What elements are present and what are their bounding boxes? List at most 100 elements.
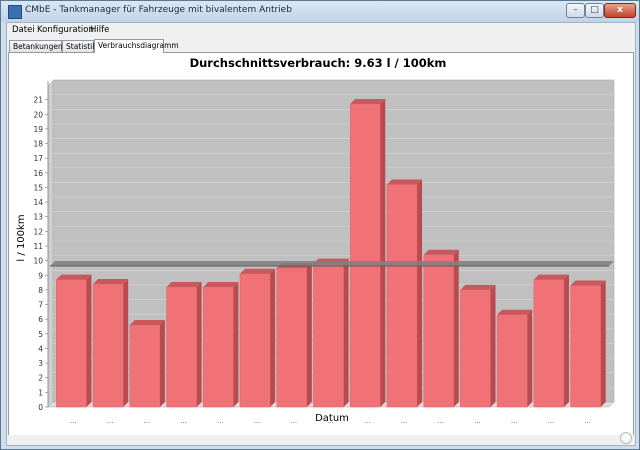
close-button[interactable]: x — [604, 3, 636, 18]
x-tick-label: ... — [511, 417, 518, 425]
bar-side — [527, 309, 533, 407]
status-bar — [7, 432, 635, 445]
minimize-button[interactable]: – — [566, 3, 585, 18]
bar-top — [350, 99, 386, 105]
y-tick-label: 10 — [33, 257, 43, 266]
x-tick-label: ... — [474, 417, 481, 425]
bar-side — [563, 274, 569, 407]
y-tick-label: 21 — [33, 96, 43, 105]
x-tick-label: ... — [364, 417, 371, 425]
resize-grip-icon[interactable] — [620, 432, 632, 444]
bar-top — [239, 268, 276, 274]
bar[interactable] — [166, 286, 197, 408]
y-tick-label: 1 — [38, 388, 43, 397]
x-tick-label: ... — [290, 417, 297, 425]
bar[interactable] — [276, 267, 308, 408]
menu-datei[interactable]: Datei — [12, 25, 35, 35]
bar[interactable] — [460, 289, 491, 408]
y-tick-label: 8 — [38, 286, 43, 295]
y-tick-label: 13 — [33, 213, 43, 222]
x-tick-label: ... — [70, 417, 77, 425]
y-tick-label: 2 — [38, 374, 43, 383]
y-tick-label: 11 — [33, 242, 43, 251]
bar[interactable] — [349, 103, 381, 408]
bar-top — [570, 280, 606, 286]
x-tick-label: ... — [217, 417, 224, 425]
bar-side — [600, 280, 606, 407]
tab-betankungen[interactable]: Betankungen — [9, 40, 63, 52]
bar[interactable] — [570, 285, 601, 408]
bar-top — [166, 281, 202, 287]
bar-side — [306, 262, 312, 407]
bar[interactable] — [203, 286, 234, 408]
bar[interactable] — [92, 283, 124, 408]
client-area: Datei Konfiguration Hilfe Betankungen St… — [6, 22, 636, 446]
x-tick-label: ... — [143, 417, 150, 425]
maximize-button[interactable]: □ — [585, 3, 604, 18]
y-tick-label: 15 — [33, 183, 43, 192]
x-tick-label: ... — [107, 417, 114, 425]
application-window: CMbE - Tankmanager für Fahrzeuge mit biv… — [0, 0, 640, 450]
close-icon: x — [617, 5, 623, 15]
bar-top — [56, 274, 92, 280]
y-tick-label: 12 — [33, 227, 43, 236]
y-tick-label: 19 — [33, 125, 43, 134]
bar-side — [343, 258, 349, 407]
bar-top — [93, 279, 129, 285]
bar[interactable] — [56, 279, 87, 408]
bar-side — [123, 279, 129, 407]
bar-side — [233, 281, 239, 407]
bar-top — [533, 274, 569, 280]
bar[interactable] — [239, 273, 271, 408]
y-tick-label: 3 — [38, 359, 43, 368]
y-tick-label: 17 — [33, 154, 43, 163]
consumption-chart: Durchschnittsverbrauch: 9.63 l / 100km l… — [16, 56, 615, 425]
bar[interactable] — [386, 184, 418, 408]
minimize-icon: – — [573, 5, 578, 15]
app-icon — [8, 5, 22, 19]
menu-hilfe[interactable]: Hilfe — [90, 25, 109, 35]
x-tick-label: ... — [180, 417, 187, 425]
y-tick-label: 9 — [38, 271, 43, 280]
y-tick-label: 14 — [33, 198, 43, 207]
tab-verbrauchsdiagramm[interactable]: Verbrauchsdiagramm — [94, 39, 179, 53]
tab-strip: Betankungen Statistik Verbrauchsdiagramm — [7, 39, 635, 53]
y-tick-label: 6 — [38, 315, 43, 324]
average-line — [50, 261, 614, 267]
window-title: CMbE - Tankmanager für Fahrzeuge mit biv… — [25, 5, 292, 15]
menu-bar: Datei Konfiguration Hilfe — [7, 23, 635, 37]
tab-panel-verbrauchsdiagramm: Durchschnittsverbrauch: 9.63 l / 100km l… — [8, 52, 634, 436]
bar-top — [460, 284, 496, 290]
bar-side — [270, 268, 276, 407]
bar-side — [490, 284, 496, 407]
x-tick-label: ... — [584, 417, 591, 425]
bar[interactable] — [129, 324, 161, 408]
title-bar[interactable]: CMbE - Tankmanager für Fahrzeuge mit biv… — [1, 1, 639, 22]
tab-statistik[interactable]: Statistik — [62, 40, 97, 52]
x-tick-label: ... — [254, 417, 261, 425]
bar-side — [196, 281, 202, 407]
bar-side — [453, 249, 459, 407]
x-tick-label: ... — [401, 417, 408, 425]
bar-side — [380, 99, 386, 407]
maximize-icon: □ — [590, 5, 599, 15]
bar[interactable] — [533, 279, 565, 408]
y-tick-label: 16 — [33, 169, 43, 178]
y-tick-label: 7 — [38, 301, 43, 310]
y-tick-label: 0 — [38, 403, 43, 412]
y-tick-label: 4 — [38, 344, 43, 353]
y-tick-label: 18 — [33, 140, 43, 149]
menu-konfiguration[interactable]: Konfiguration — [37, 25, 94, 35]
bar[interactable] — [496, 314, 528, 408]
bar-top — [203, 281, 239, 287]
bar-top — [423, 249, 459, 255]
y-tick-label: 20 — [33, 110, 43, 119]
x-tick-label: ... — [437, 417, 444, 425]
y-tick-label: 5 — [38, 330, 43, 339]
bar[interactable] — [423, 254, 454, 408]
chart-title: Durchschnittsverbrauch: 9.63 l / 100km — [190, 56, 447, 70]
x-tick-label: ... — [327, 417, 334, 425]
bar[interactable] — [313, 263, 344, 408]
bar-top — [386, 179, 423, 185]
bar-side — [159, 320, 165, 407]
